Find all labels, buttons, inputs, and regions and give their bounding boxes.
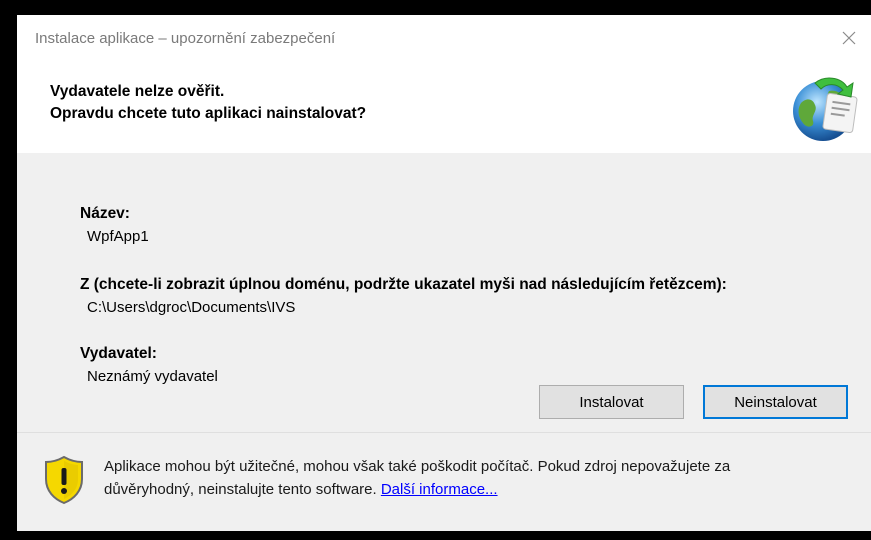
warning-footer: Aplikace mohou být užitečné, mohou však … [17,433,871,531]
close-button[interactable] [831,23,867,53]
publisher-label: Vydavatel: [80,345,157,362]
title-bar: Instalace aplikace – upozornění zabezpeč… [17,15,871,61]
window-title: Instalace aplikace – upozornění zabezpeč… [35,30,336,47]
warning-message: Aplikace mohou být užitečné, mohou však … [104,455,844,501]
dont-install-button[interactable]: Neinstalovat [703,385,848,419]
security-warning-dialog: Instalace aplikace – upozornění zabezpeč… [17,15,871,531]
from-label: Z (chcete-li zobrazit úplnou doménu, pod… [80,276,727,293]
header-line-1: Vydavatele nelze ověřit. [50,83,225,100]
warning-line-2: důvěryhodný, neinstalujte tento software… [104,481,377,498]
publisher-value: Neznámý vydavatel [87,368,218,385]
close-icon [842,31,856,45]
dialog-header: Vydavatele nelze ověřit. Opravdu chcete … [17,61,871,153]
header-line-2: Opravdu chcete tuto aplikaci nainstalova… [50,105,367,122]
name-label: Název: [80,205,130,222]
more-info-link[interactable]: Další informace... [381,481,498,498]
name-value: WpfApp1 [87,228,149,245]
details-panel: Název: WpfApp1 Z (chcete-li zobrazit úpl… [17,153,871,432]
globe-install-icon [793,77,858,141]
warning-line-1: Aplikace mohou být užitečné, mohou však … [104,458,731,475]
install-button[interactable]: Instalovat [539,385,684,419]
security-shield-warning-icon [45,455,83,505]
from-value[interactable]: C:\Users\dgroc\Documents\IVS [87,299,295,316]
header-message: Vydavatele nelze ověřit. Opravdu chcete … [50,81,366,125]
